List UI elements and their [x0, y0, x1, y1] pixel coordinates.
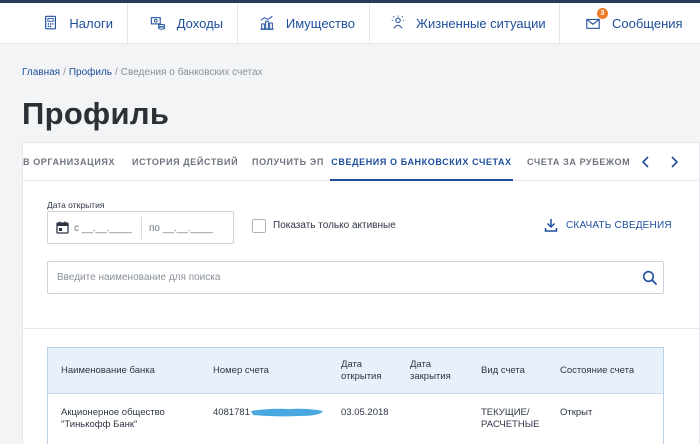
nav-label-life-situations: Жизненные ситуации	[416, 15, 546, 31]
nav-label-messages: Сообщения	[612, 15, 683, 31]
profile-tabs: в организациях История действий Получить…	[23, 143, 699, 181]
cell-type-line2: РАСЧЕТНЫЕ	[481, 419, 540, 430]
messages-badge: 3	[597, 8, 608, 19]
tab-history[interactable]: История действий	[132, 143, 238, 181]
tab-bank-accounts[interactable]: Сведения о банковских счетах	[330, 143, 513, 181]
cell-bank-line2: "Тинькофф Банк"	[61, 419, 138, 430]
nav-item-property[interactable]: Имущество	[238, 3, 370, 43]
cell-bank-line1: Акционерное общество	[61, 407, 165, 418]
nav-item-messages[interactable]: 3 Сообщения	[560, 3, 700, 43]
cell-account: 4081781	[213, 407, 250, 418]
header-opened: Дата открытия	[341, 359, 382, 383]
redaction-mark	[251, 408, 323, 417]
date-from-input[interactable]: с __.__.____	[74, 223, 132, 234]
search-icon[interactable]	[642, 270, 658, 286]
breadcrumb-profile[interactable]: Профиль	[69, 67, 112, 78]
header-status: Состояние счета	[560, 365, 635, 376]
bank-accounts-table: Наименование банка Номер счета Дата откр…	[47, 347, 664, 444]
nav-label-property: Имущество	[285, 15, 355, 31]
header-opened-line2: открытия	[341, 371, 382, 382]
date-opened-label: Дата открытия	[47, 200, 105, 210]
header-opened-line1: Дата	[341, 359, 363, 370]
nav-item-life-situations[interactable]: Жизненные ситуации	[370, 3, 560, 43]
money-stack-icon	[150, 14, 167, 32]
tab-get-signature[interactable]: Получить ЭП	[252, 143, 324, 181]
date-range-field[interactable]: с __.__.____ по __.__.____	[47, 211, 234, 244]
date-range-divider	[141, 217, 142, 239]
nav-item-income[interactable]: Доходы	[128, 3, 238, 43]
cell-status: Открыт	[560, 407, 593, 418]
life-situations-icon	[390, 14, 406, 32]
nav-label-income: Доходы	[176, 15, 223, 31]
chevron-left-icon	[641, 156, 649, 168]
breadcrumb-current: Сведения о банковских счетах	[120, 67, 263, 78]
date-to-input[interactable]: по __.__.____	[149, 223, 213, 234]
property-chart-icon	[258, 14, 276, 32]
table-header: Наименование банка Номер счета Дата откр…	[48, 348, 663, 394]
tabs-prev-button[interactable]	[639, 155, 653, 169]
download-icon	[544, 219, 558, 232]
header-bank: Наименование банка	[61, 365, 155, 376]
breadcrumb-separator: /	[115, 67, 118, 78]
content-card: в организациях История действий Получить…	[22, 142, 700, 444]
active-only-checkbox[interactable]	[252, 219, 266, 233]
calculator-doc-icon	[42, 14, 59, 32]
cell-bank: Акционерное общество "Тинькофф Банк"	[61, 407, 165, 431]
breadcrumb-home[interactable]: Главная	[22, 67, 60, 78]
cell-type-line1: ТЕКУЩИЕ/	[481, 407, 530, 418]
download-button[interactable]: СКАЧАТЬ СВЕДЕНИЯ	[544, 218, 672, 232]
breadcrumb: Главная / Профиль / Сведения о банковских сч…	[22, 67, 263, 78]
calendar-icon[interactable]	[56, 221, 69, 234]
search-placeholder: Введите наименование для поиска	[57, 272, 221, 283]
page-title: Профиль	[22, 96, 170, 131]
active-only-label[interactable]: Показать только активные	[273, 220, 396, 231]
header-closed: Дата закрытия	[410, 359, 451, 383]
download-label: СКАЧАТЬ СВЕДЕНИЯ	[566, 219, 672, 231]
breadcrumb-separator: /	[63, 67, 66, 78]
messages-icon: 3	[584, 8, 608, 32]
nav-item-taxes[interactable]: Налоги	[0, 3, 128, 43]
tab-foreign-accounts[interactable]: Счета за рубежом	[527, 143, 630, 181]
section-divider	[23, 328, 699, 329]
header-closed-line1: Дата	[410, 359, 432, 370]
header-closed-line2: закрытия	[410, 371, 451, 382]
chevron-right-icon	[671, 156, 679, 168]
search-input[interactable]: Введите наименование для поиска	[47, 261, 664, 294]
cell-type: ТЕКУЩИЕ/ РАСЧЕТНЫЕ	[481, 407, 539, 431]
tab-organizations[interactable]: в организациях	[23, 143, 115, 181]
nav-label-taxes: Налоги	[69, 15, 113, 31]
cell-opened: 03.05.2018	[341, 407, 389, 418]
header-type: Вид счета	[481, 365, 525, 376]
top-nav: Налоги Доходы Имущество Жизненные ситуац…	[0, 0, 700, 44]
tabs-next-button[interactable]	[667, 155, 681, 169]
header-account: Номер счета	[213, 365, 269, 376]
